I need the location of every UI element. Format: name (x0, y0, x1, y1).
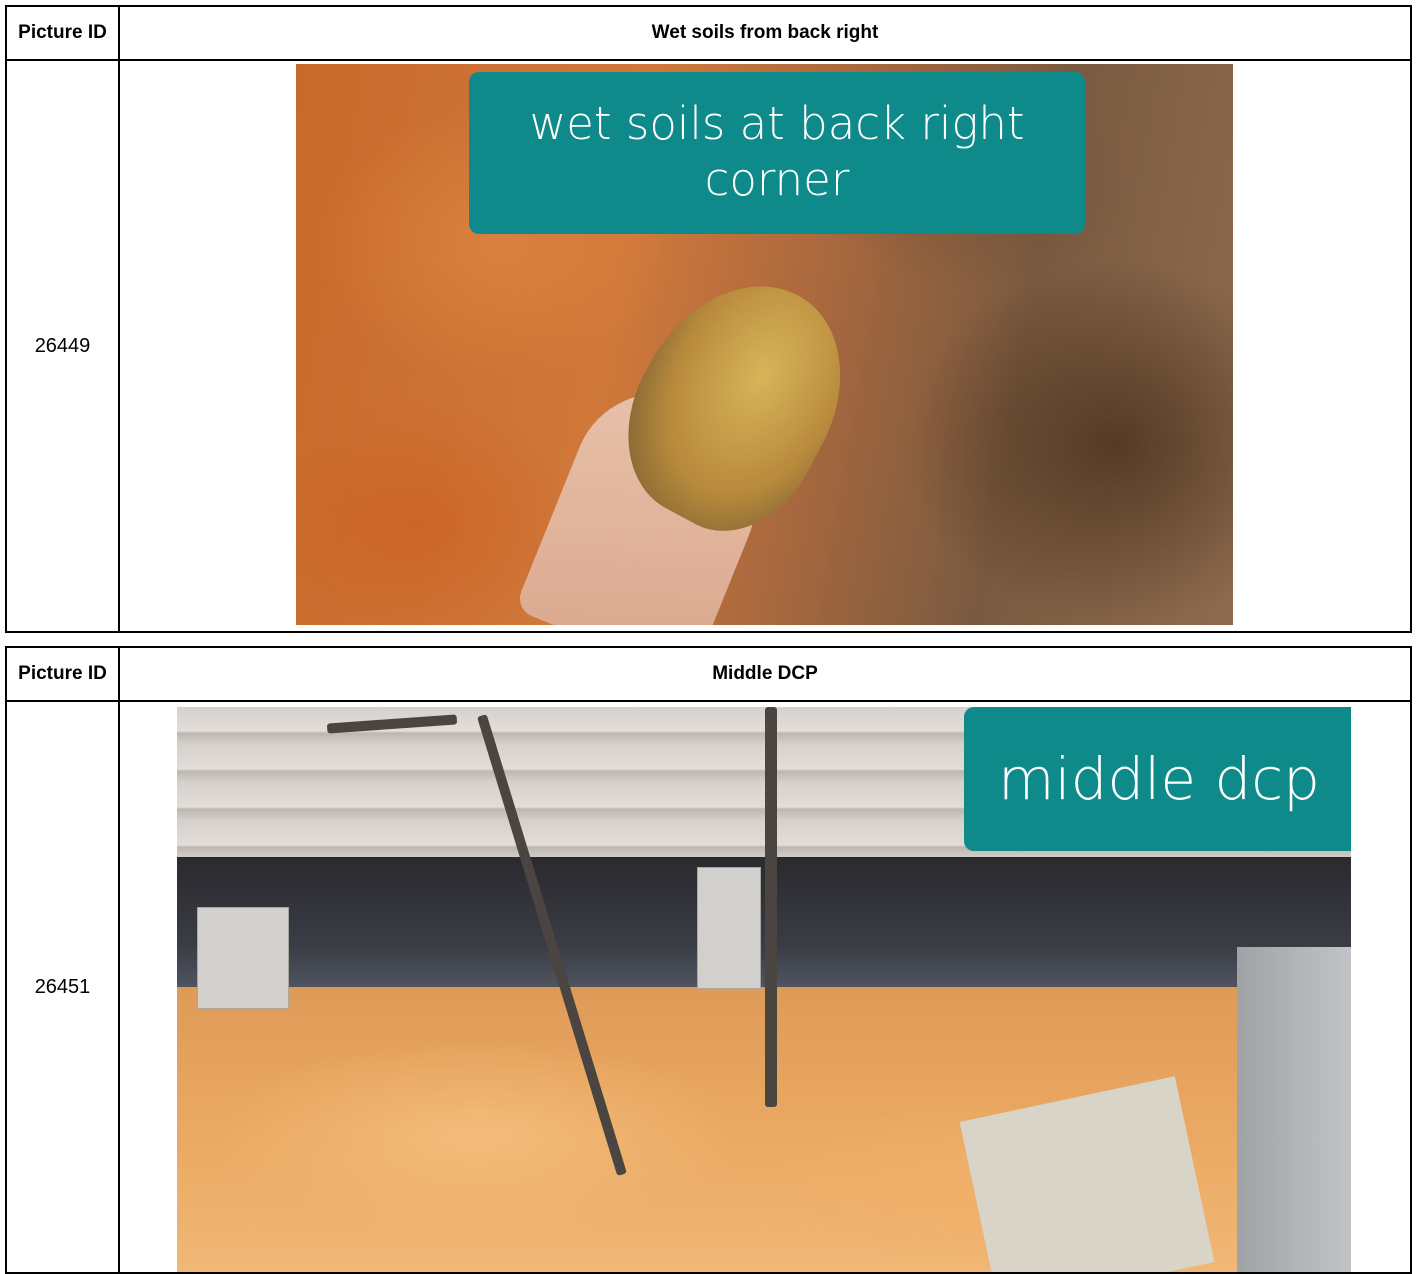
picture-title: Middle DCP (118, 646, 1412, 702)
ac-unit-shape (1237, 947, 1351, 1272)
picture-id-value: 26451 (5, 700, 120, 1274)
photo-cell: wet soils at back right corner (118, 59, 1412, 633)
concrete-block-pier (197, 907, 289, 1009)
picture-id-value: 26449 (5, 59, 120, 633)
wet-soil-photo: wet soils at back right corner (296, 64, 1233, 625)
picture-title: Wet soils from back right (118, 5, 1412, 61)
crawlspace-shape (177, 857, 1351, 1007)
picture-table-2: Picture ID Middle DCP 26451 middle dcp (5, 646, 1412, 1274)
middle-dcp-photo: middle dcp (177, 707, 1351, 1272)
dcp-rod (765, 707, 777, 1107)
photo-caption: wet soils at back right corner (469, 72, 1085, 234)
concrete-block-pier (697, 867, 761, 989)
picture-id-header: Picture ID (5, 5, 120, 61)
photo-caption: middle dcp (964, 707, 1351, 851)
picture-table-1: Picture ID Wet soils from back right 264… (5, 5, 1412, 633)
picture-id-header: Picture ID (5, 646, 120, 702)
photo-cell: middle dcp (118, 700, 1412, 1274)
